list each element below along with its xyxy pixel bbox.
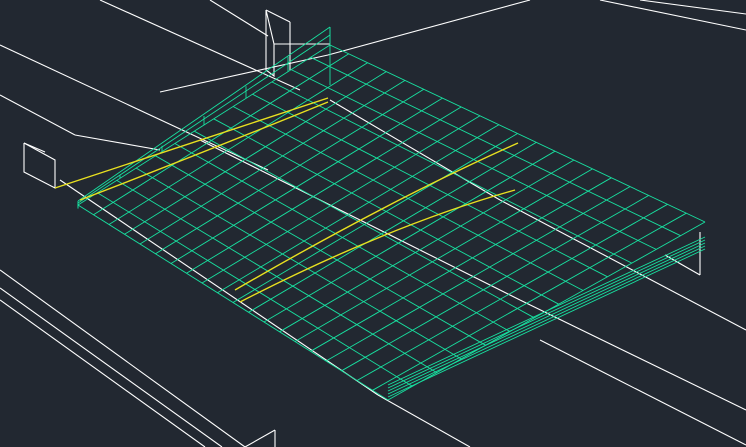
mesh-line <box>271 81 633 264</box>
wire-line <box>59 179 379 396</box>
wire-line <box>23 142 46 153</box>
mesh-line <box>310 56 681 237</box>
wire-line <box>539 339 746 446</box>
wire-line <box>377 394 471 447</box>
mesh-edge <box>77 26 331 202</box>
mesh-line <box>213 118 559 305</box>
mesh-line <box>310 177 612 352</box>
mesh-line <box>325 186 631 362</box>
mesh-edge <box>387 239 706 389</box>
wire-line <box>0 299 206 447</box>
mesh-line <box>174 143 511 332</box>
mesh-edge <box>77 34 331 204</box>
mesh-line <box>372 212 687 391</box>
wire-line <box>265 9 291 23</box>
mesh-edge <box>387 245 706 395</box>
mesh-line <box>263 150 556 323</box>
alignment-curve <box>54 97 329 189</box>
mesh-line <box>93 53 350 216</box>
wire-line <box>209 0 269 37</box>
model-canvas[interactable] <box>0 0 746 447</box>
mesh-line <box>356 203 668 381</box>
mesh-line <box>170 97 443 264</box>
alignment-curve <box>234 142 519 291</box>
wire-line <box>99 0 301 91</box>
wire-line <box>0 44 269 171</box>
wire-line <box>74 134 161 151</box>
wire-line <box>0 94 76 136</box>
mesh-line <box>77 204 389 401</box>
cad-viewport[interactable] <box>0 0 746 447</box>
wire-line <box>244 429 276 447</box>
mesh-line <box>232 106 584 291</box>
mesh-line <box>108 62 368 225</box>
wire-line <box>0 287 223 447</box>
mesh-line <box>116 180 438 373</box>
wire-line <box>327 0 531 56</box>
mesh-line <box>341 195 650 372</box>
wire-line <box>0 269 246 447</box>
mesh-edge <box>387 236 706 386</box>
mesh-line <box>291 69 657 250</box>
mesh-line <box>97 192 413 387</box>
mesh-line <box>294 168 593 342</box>
mesh-line <box>155 155 486 346</box>
mesh-line <box>155 88 425 255</box>
mesh-line <box>135 167 462 360</box>
wire-line <box>499 199 746 331</box>
